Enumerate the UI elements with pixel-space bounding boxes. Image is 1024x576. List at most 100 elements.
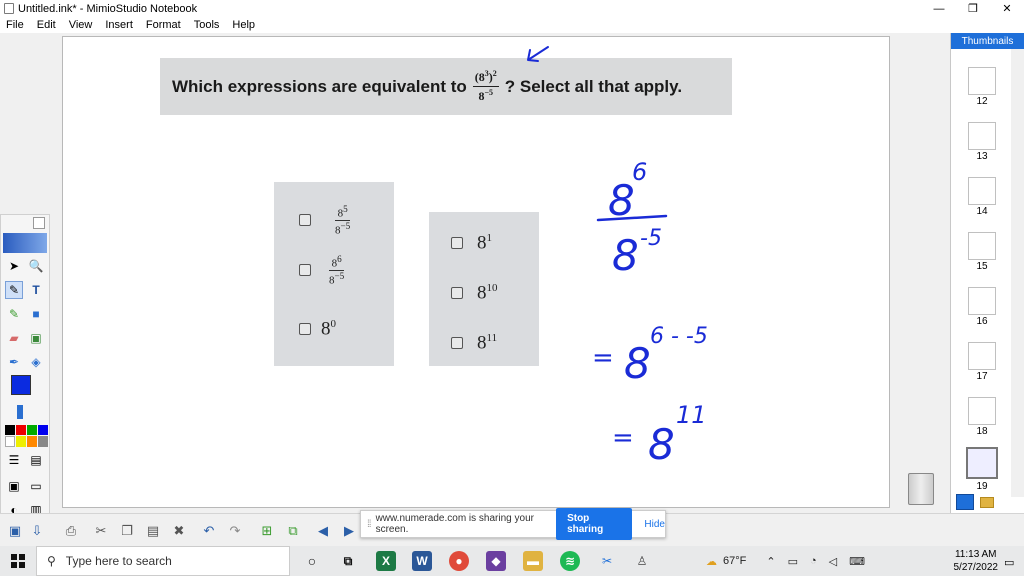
color-palette[interactable]: [5, 425, 48, 447]
excel-icon[interactable]: X: [376, 551, 396, 571]
hide-button[interactable]: Hide: [644, 519, 665, 530]
pen-preview: [3, 233, 47, 253]
thumbnail-page[interactable]: [968, 232, 996, 260]
word-icon[interactable]: W: [412, 551, 432, 571]
system-clock[interactable]: 11:13 AM 5/27/2022: [954, 548, 999, 574]
snip-icon[interactable]: ✂: [597, 551, 617, 571]
checkbox[interactable]: [451, 337, 463, 350]
duplicate-page-icon[interactable]: ⧉: [284, 522, 302, 540]
question-banner: Which expressions are equivalent to (83)…: [160, 58, 732, 115]
line-width-slider[interactable]: [17, 405, 23, 419]
lines-icon[interactable]: ☰: [5, 451, 23, 469]
cortana-icon[interactable]: ○: [302, 551, 322, 571]
checkbox[interactable]: [299, 323, 311, 336]
previous-page-icon[interactable]: ◀: [314, 522, 332, 540]
pen-icon[interactable]: ✎: [5, 281, 23, 299]
menu-tools[interactable]: Tools: [194, 19, 220, 31]
fill-icon[interactable]: ◈: [27, 353, 45, 371]
tray-chevron-icon[interactable]: ⌃: [766, 555, 775, 568]
highlighter-icon[interactable]: ✎: [5, 305, 23, 323]
redo-icon[interactable]: ↷: [226, 522, 244, 540]
notebook-page[interactable]: Which expressions are equivalent to (83)…: [62, 36, 890, 508]
zoom-icon[interactable]: 🔍: [27, 257, 45, 275]
gallery-icon[interactable]: ▤: [27, 451, 45, 469]
folder-icon[interactable]: [980, 496, 994, 508]
file-explorer-icon[interactable]: ▬: [523, 551, 543, 571]
thumbnail-page-active[interactable]: [966, 447, 998, 479]
checkbox[interactable]: [299, 264, 311, 277]
image-icon[interactable]: ▣: [27, 329, 45, 347]
window-controls: — ❐ ✕: [922, 0, 1024, 17]
delete-icon[interactable]: ✖: [170, 522, 188, 540]
checkbox[interactable]: [299, 214, 311, 227]
gallery-tool-icon[interactable]: ▣: [6, 522, 24, 540]
clock-date: 5/27/2022: [953, 562, 999, 573]
menu-help[interactable]: Help: [232, 19, 255, 31]
cut-icon[interactable]: ✂: [92, 522, 110, 540]
dropper-icon[interactable]: ✒: [5, 353, 23, 371]
menu-insert[interactable]: Insert: [105, 19, 133, 31]
copy-icon[interactable]: ❐: [118, 522, 136, 540]
question-suffix: ? Select all that apply.: [504, 76, 683, 96]
network-icon[interactable]: ◔: [810, 555, 817, 567]
taskbar-search[interactable]: ⚲ Type here to search: [36, 546, 290, 576]
next-page-icon[interactable]: ▶: [340, 522, 358, 540]
thumbnail-number: 12: [976, 96, 988, 107]
menu-edit[interactable]: Edit: [37, 19, 56, 31]
mimio-icon[interactable]: ◆: [486, 551, 506, 571]
menu-view[interactable]: View: [69, 19, 93, 31]
print-icon[interactable]: ⎙: [62, 522, 80, 540]
system-tray: ☁ 67°F ⌃ ▭ ◔ ◁ ⌨: [706, 546, 865, 576]
select-arrow-icon[interactable]: ➤: [5, 257, 23, 275]
question-prefix: Which expressions are equivalent to: [172, 76, 467, 96]
shape-icon[interactable]: ■: [27, 305, 45, 323]
q-num-base: (8: [474, 70, 485, 84]
add-page-icon[interactable]: ⊞: [258, 522, 276, 540]
paste-icon[interactable]: ▤: [144, 522, 162, 540]
text-icon[interactable]: T: [27, 281, 45, 299]
trash-icon[interactable]: [908, 473, 934, 505]
stop-sharing-button[interactable]: Stop sharing: [556, 508, 633, 540]
thumbnail-page[interactable]: [968, 397, 996, 425]
thumbnail-page[interactable]: [968, 342, 996, 370]
windows-start-icon[interactable]: [0, 546, 36, 576]
task-view-icon[interactable]: ⧉: [338, 551, 358, 571]
thumbnail-page[interactable]: [968, 122, 996, 150]
weather-temp[interactable]: 67°F: [723, 555, 746, 567]
thumbnail-number: 17: [976, 371, 988, 382]
menu-file[interactable]: File: [6, 19, 24, 31]
thumbnail-grid-icon[interactable]: [956, 494, 974, 510]
drag-handle-icon[interactable]: ⁞⁞: [367, 519, 371, 530]
thumbnail-page[interactable]: [968, 67, 996, 95]
people-icon[interactable]: ♙: [632, 551, 652, 571]
volume-icon[interactable]: ◁: [829, 555, 837, 568]
spotify-icon[interactable]: ≋: [560, 551, 580, 571]
thumbnail-page[interactable]: [968, 177, 996, 205]
toolbar-close[interactable]: [33, 217, 45, 229]
thumbnail-page[interactable]: [968, 287, 996, 315]
eraser-icon[interactable]: ▰: [5, 329, 23, 347]
active-color-swatch[interactable]: [11, 375, 31, 395]
restore-button[interactable]: ❐: [956, 0, 990, 17]
chat-icon[interactable]: ▭: [788, 555, 798, 568]
choice-row: 86 8−5: [299, 254, 345, 286]
choice-row: 810: [451, 282, 498, 304]
thumbnail-scrollbar[interactable]: [1011, 49, 1024, 497]
minimize-button[interactable]: —: [922, 0, 956, 17]
import-icon[interactable]: ⇩: [28, 522, 46, 540]
notifications-icon[interactable]: ▭: [1004, 556, 1014, 569]
close-button[interactable]: ✕: [990, 0, 1024, 17]
thumbnail-number: 18: [976, 426, 988, 437]
checkbox[interactable]: [451, 287, 463, 300]
left-toolbar: ➤ 🔍 ✎ T ✎ ■ ▰ ▣ ✒ ◈ ☰ ▤ ▣ ▭ ◐ ▥ ▧ ⇲: [0, 214, 50, 544]
weather-icon[interactable]: ☁: [706, 555, 717, 568]
undo-icon[interactable]: ↶: [200, 522, 218, 540]
title-bar: Untitled.ink* - MimioStudio Notebook — ❐…: [0, 0, 1024, 17]
choice-expression: 810: [477, 282, 498, 304]
record-icon[interactable]: ▣: [5, 477, 23, 495]
checkbox[interactable]: [451, 237, 463, 250]
chrome-icon[interactable]: ●: [449, 551, 469, 571]
screen-icon[interactable]: ▭: [27, 477, 45, 495]
menu-format[interactable]: Format: [146, 19, 181, 31]
keyboard-icon[interactable]: ⌨: [849, 555, 865, 568]
